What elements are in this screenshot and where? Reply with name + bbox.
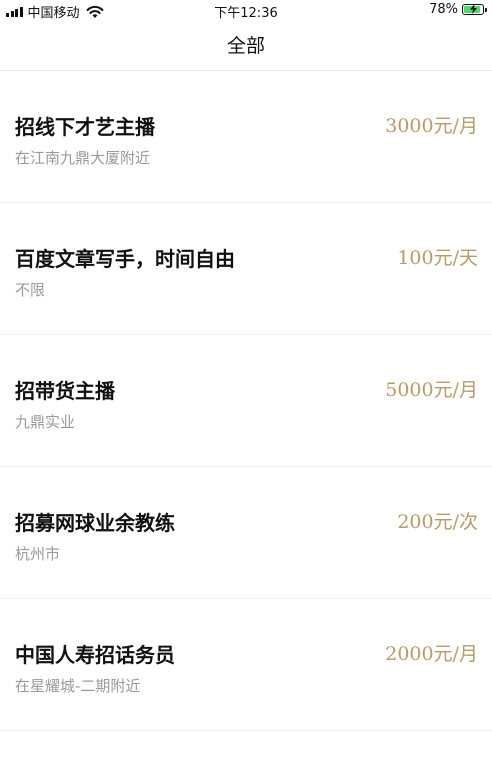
- battery-cap: [485, 8, 487, 12]
- job-title: 中国人寿招话务员: [15, 643, 175, 667]
- page-title: 全部: [226, 35, 265, 57]
- job-list-item[interactable]: 招募网球业余教练 杭州市 200元/次: [0, 467, 492, 599]
- job-list-item[interactable]: 招线下才艺主播 在江南九鼎大厦附近 3000元/月: [0, 71, 492, 203]
- job-salary: 100元/天: [397, 247, 478, 269]
- job-salary: 200元/次: [397, 511, 478, 533]
- job-list-item[interactable]: 招带货主播 九鼎实业 5000元/月: [0, 335, 492, 467]
- job-salary: 5000元/月: [385, 379, 478, 401]
- job-location: 九鼎实业: [15, 413, 76, 431]
- job-title: 百度文章写手，时间自由: [15, 247, 235, 271]
- job-list: 招线下才艺主播 在江南九鼎大厦附近 3000元/月 百度文章写手，时间自由 不限…: [0, 71, 492, 731]
- job-salary: 3000元/月: [385, 115, 478, 137]
- nav-bar: 全部: [0, 22, 492, 71]
- job-title: 招募网球业余教练: [15, 511, 175, 535]
- status-right: 78%: [429, 2, 487, 17]
- job-location: 在星耀城-二期附近: [15, 677, 141, 695]
- job-location: 杭州市: [15, 545, 61, 563]
- job-list-item[interactable]: 百度文章写手，时间自由 不限 100元/天: [0, 203, 492, 335]
- job-list-item[interactable]: 中国人寿招话务员 在星耀城-二期附近 2000元/月: [0, 599, 492, 731]
- job-location: 不限: [15, 281, 46, 299]
- bolt-icon: [470, 4, 477, 14]
- battery-charging-icon: [462, 4, 487, 15]
- status-time: 下午12:36: [214, 6, 278, 21]
- job-title: 招线下才艺主播: [15, 115, 155, 139]
- status-bar: 中国移动 下午12:36 78%: [0, 0, 492, 21]
- job-title: 招带货主播: [15, 379, 115, 403]
- job-salary: 2000元/月: [385, 643, 478, 665]
- job-location: 在江南九鼎大厦附近: [15, 149, 151, 167]
- battery-percent: 78%: [429, 2, 458, 17]
